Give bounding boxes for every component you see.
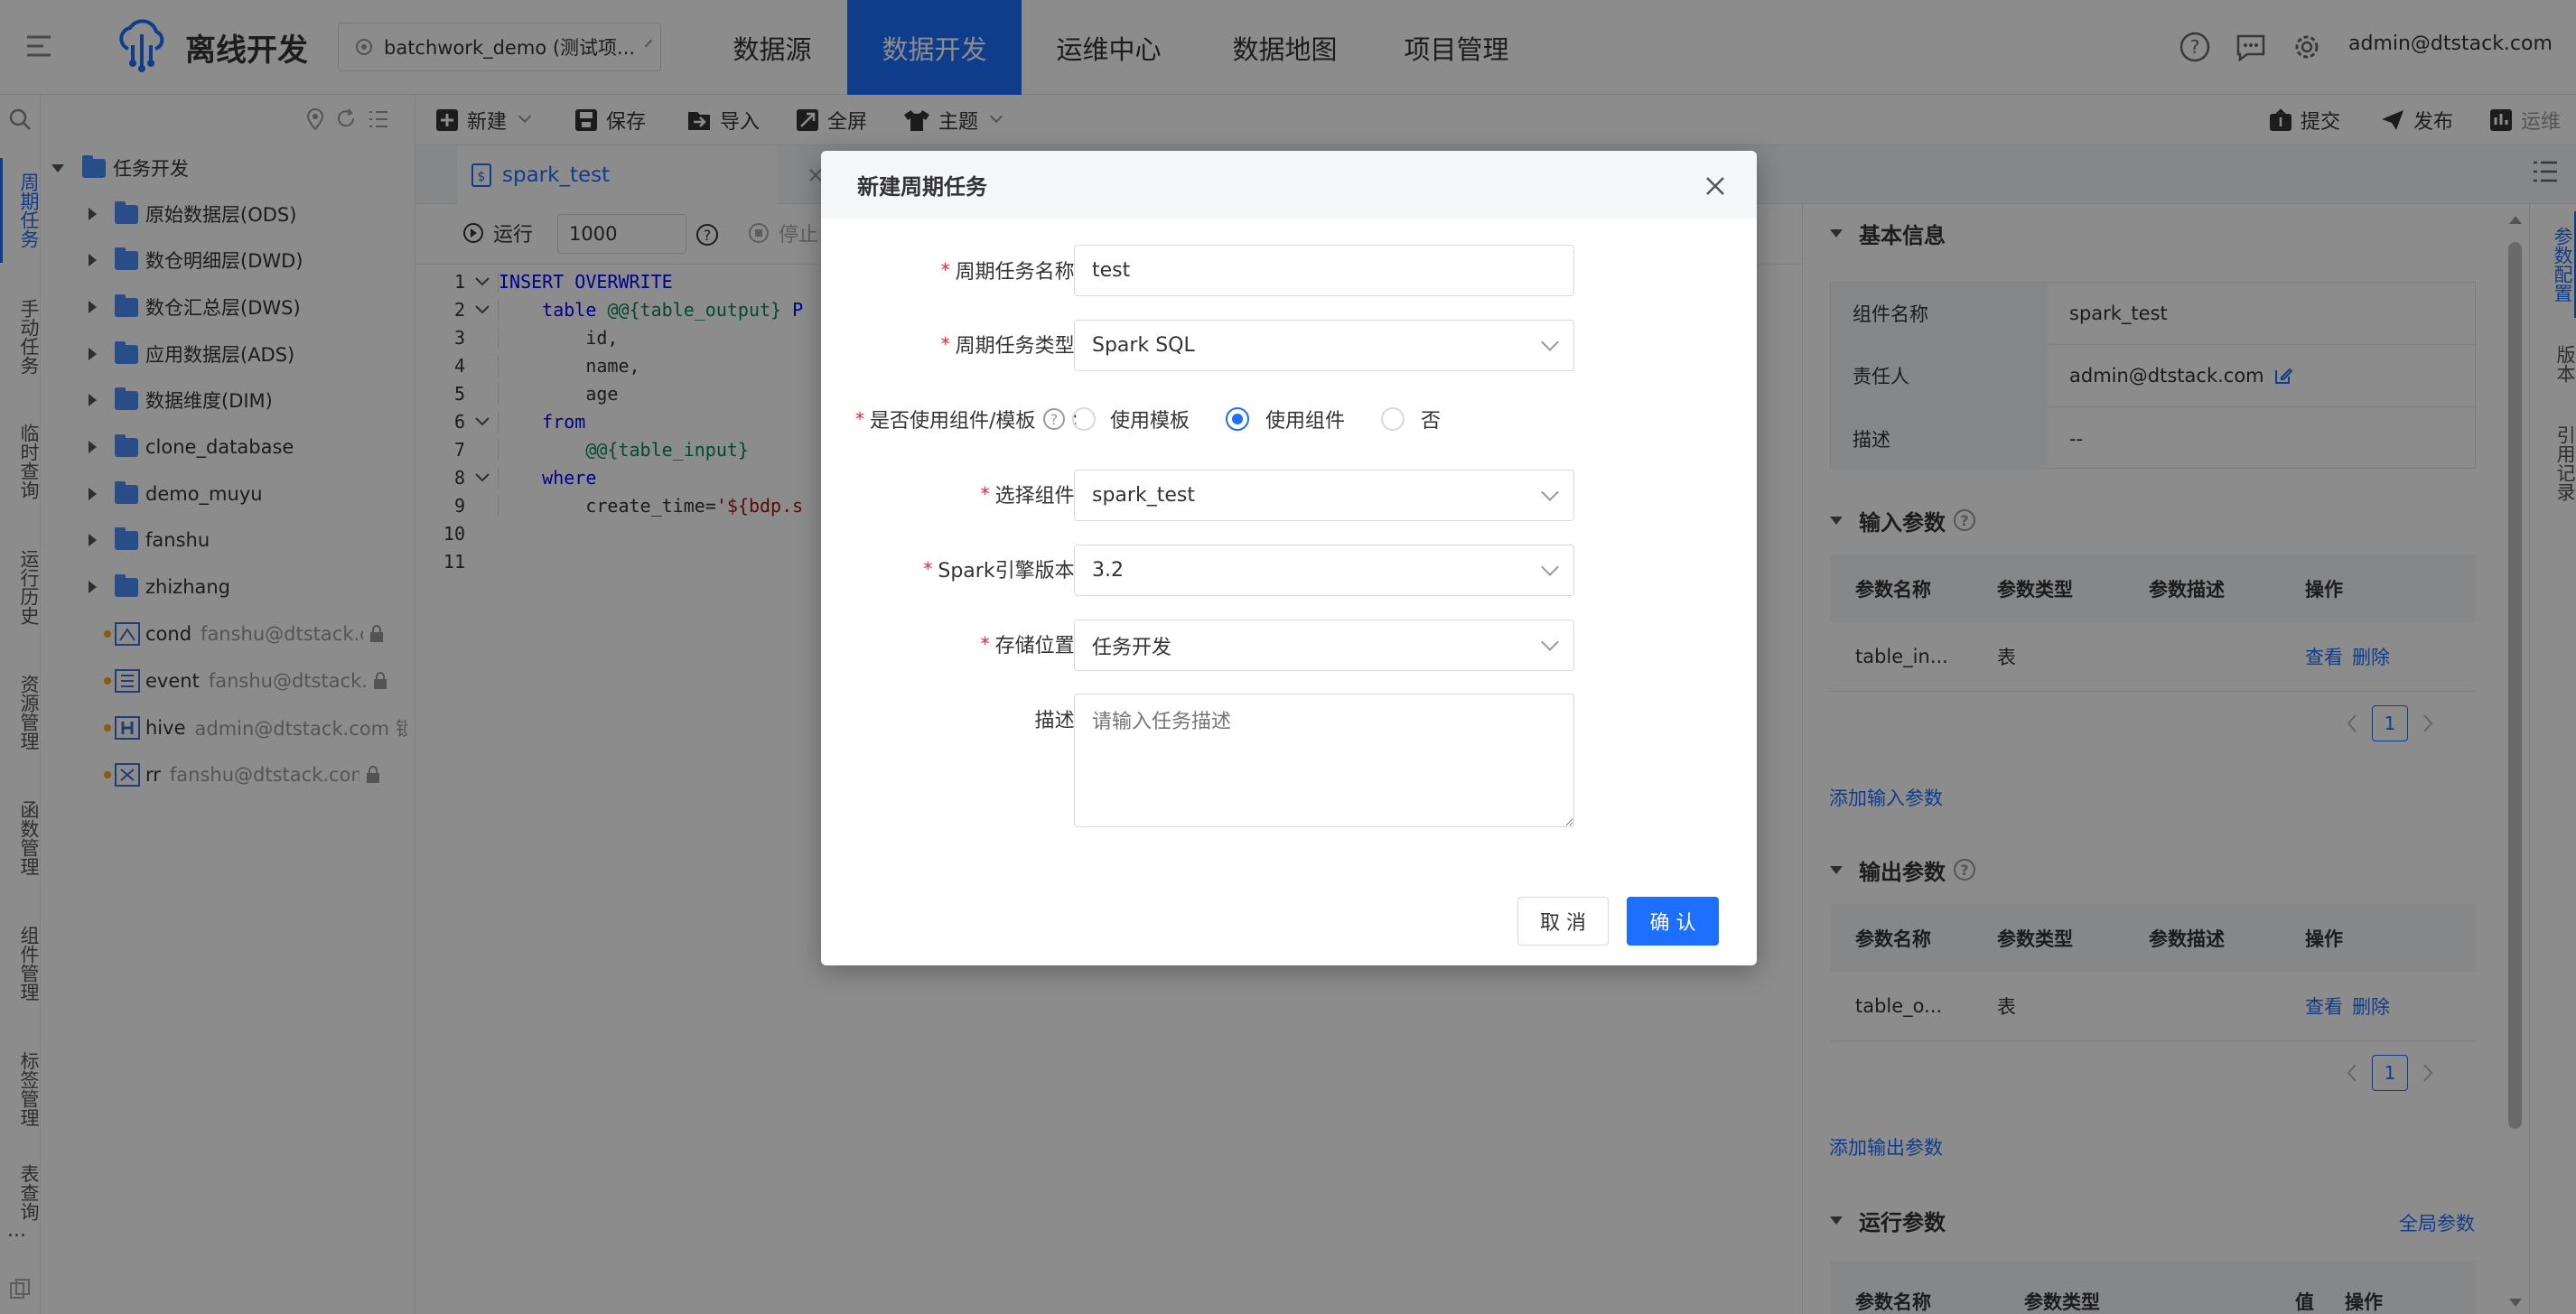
chevron-down-icon — [1541, 557, 1559, 576]
cancel-label: 取 消 — [1540, 912, 1586, 935]
location-select[interactable]: 任务开发 — [1074, 620, 1574, 671]
task-name-input[interactable]: test — [1074, 245, 1574, 296]
radio-no[interactable] — [1381, 407, 1405, 431]
modal-header: 新建周期任务 — [821, 151, 1757, 219]
radio-component[interactable] — [1226, 407, 1250, 431]
required-mark: * — [980, 483, 990, 505]
required-mark: * — [855, 408, 864, 430]
help-icon[interactable]: ? — [1042, 407, 1066, 431]
task-type-value: Spark SQL — [1092, 334, 1195, 357]
task-name-label: *周期任务名称: — [821, 244, 1083, 296]
label-text: 描述 — [1034, 710, 1075, 732]
radio-template[interactable] — [1072, 407, 1096, 431]
required-mark: * — [923, 558, 933, 580]
engine-version-value: 3.2 — [1092, 559, 1124, 582]
svg-text:?: ? — [1050, 411, 1059, 428]
radio-component-label[interactable]: 使用组件 — [1265, 405, 1345, 433]
label-text: 周期任务类型 — [955, 335, 1075, 358]
use-component-label: * 是否使用组件/模板?: — [855, 393, 1078, 445]
close-icon[interactable] — [1705, 176, 1725, 196]
label-text: 存储位置 — [994, 635, 1075, 657]
location-value: 任务开发 — [1092, 636, 1172, 659]
new-periodic-task-modal: 新建周期任务 *周期任务名称: test *周期任务类型: Spark SQL … — [821, 151, 1757, 965]
location-label: *存储位置: — [821, 618, 1083, 670]
task-name-value: test — [1092, 259, 1131, 282]
label-text: 选择组件 — [994, 485, 1075, 508]
label-text: 周期任务名称 — [955, 261, 1075, 284]
component-label: *选择组件: — [821, 468, 1083, 520]
description-label: 描述: — [821, 693, 1083, 745]
chevron-down-icon — [1541, 332, 1559, 351]
task-type-label: *周期任务类型: — [821, 318, 1083, 370]
required-mark: * — [980, 633, 990, 655]
engine-version-select[interactable]: 3.2 — [1074, 545, 1574, 596]
chevron-down-icon — [1541, 482, 1559, 501]
radio-group: 使用模板 使用组件 否 — [1072, 393, 1441, 445]
task-type-select[interactable]: Spark SQL — [1074, 320, 1574, 371]
description-textarea[interactable] — [1074, 694, 1574, 827]
label-text: Spark引擎版本 — [938, 560, 1075, 582]
confirm-button[interactable]: 确 认 — [1627, 897, 1719, 946]
required-mark: * — [940, 259, 950, 281]
component-value: spark_test — [1092, 484, 1195, 507]
label-text: 是否使用组件/模板 — [870, 410, 1036, 433]
confirm-label: 确 认 — [1649, 912, 1696, 935]
radio-no-label[interactable]: 否 — [1421, 405, 1441, 433]
engine-version-label: *Spark引擎版本: — [821, 543, 1083, 595]
chevron-down-icon — [1541, 632, 1559, 651]
modal-title: 新建周期任务 — [857, 174, 987, 200]
component-select[interactable]: spark_test — [1074, 470, 1574, 521]
cancel-button[interactable]: 取 消 — [1517, 897, 1609, 946]
radio-template-label[interactable]: 使用模板 — [1110, 405, 1190, 433]
required-mark: * — [940, 333, 950, 355]
